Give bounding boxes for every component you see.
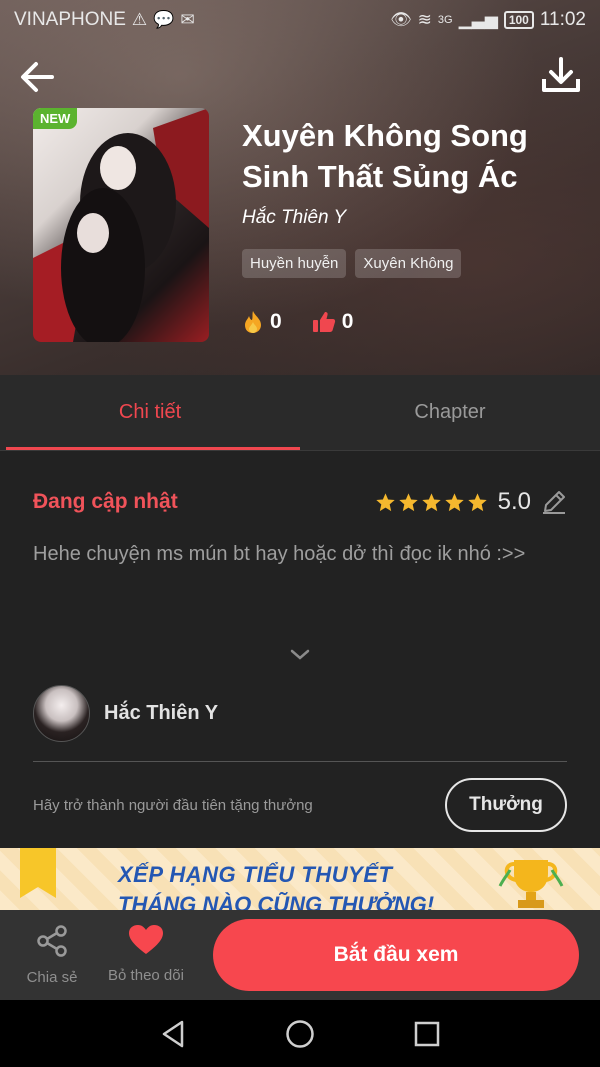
network-type: 3G <box>437 14 453 26</box>
edit-pencil-icon[interactable] <box>541 489 567 515</box>
unfollow-button[interactable]: Bỏ theo dõi <box>100 924 192 984</box>
status-rating-row: Đang cập nhật 5.0 <box>33 488 567 516</box>
genre-tag[interactable]: Xuyên Không <box>355 249 462 278</box>
divider <box>33 761 567 762</box>
genre-tag[interactable]: Huyền huyễn <box>242 249 347 278</box>
star-icon <box>421 492 441 511</box>
banner-headline: XẾP HẠNG TIỂU THUYẾT <box>118 862 393 887</box>
reward-button[interactable]: Thưởng <box>445 778 567 832</box>
nav-recents-button[interactable] <box>407 1014 447 1054</box>
fire-stat[interactable]: 0 <box>242 310 282 334</box>
update-status: Đang cập nhật <box>33 490 178 513</box>
star-icon <box>375 492 395 511</box>
star-icon <box>444 492 464 511</box>
reward-prompt: Hãy trở thành người đầu tiên tặng thưởng <box>33 796 313 814</box>
bottom-action-bar: Chia sẻ Bỏ theo dõi Bắt đầu xem <box>0 910 600 1000</box>
like-stat[interactable]: 0 <box>312 310 354 334</box>
book-stats: 0 0 <box>242 310 353 334</box>
expand-description-button[interactable] <box>288 645 312 665</box>
download-button[interactable] <box>540 55 582 97</box>
back-arrow-icon <box>21 62 54 92</box>
tab-details[interactable]: Chi tiết <box>0 375 300 450</box>
android-nav-bar <box>0 1000 600 1067</box>
book-detail-screen: VINAPHONE ⚠ 💬 ✉ 👁 ≋ 3G ▁▃▅ 100 11:02 NEW… <box>0 0 600 1067</box>
share-button[interactable]: Chia sẻ <box>22 924 82 986</box>
chevron-down-icon <box>290 649 310 660</box>
hero-header: VINAPHONE ⚠ 💬 ✉ 👁 ≋ 3G ▁▃▅ 100 11:02 NEW… <box>0 0 600 375</box>
nav-back-button[interactable] <box>153 1014 193 1054</box>
like-count: 0 <box>341 310 354 333</box>
carrier-label: VINAPHONE <box>14 9 126 30</box>
author-profile-row[interactable]: Hắc Thiên Y <box>33 685 218 742</box>
banner-subline: THÁNG NÀO CŨNG THƯỞNG! <box>118 892 435 910</box>
fire-icon <box>245 311 261 333</box>
mail-icon: ✉ <box>180 10 195 29</box>
book-cover[interactable]: NEW <box>33 108 209 342</box>
warning-icon: ⚠ <box>131 10 148 29</box>
heart-icon <box>129 925 163 954</box>
rating: 5.0 <box>375 488 567 516</box>
circle-home-icon <box>286 1019 314 1048</box>
book-author[interactable]: Hắc Thiên Y <box>242 207 346 229</box>
fire-count: 0 <box>270 310 282 333</box>
eye-icon: 👁 <box>390 10 412 29</box>
bookmark-ribbon-icon <box>20 848 56 898</box>
thumbs-up-icon <box>312 312 335 332</box>
status-bar: VINAPHONE ⚠ 💬 ✉ 👁 ≋ 3G ▁▃▅ 100 11:02 <box>0 0 600 40</box>
book-description: Hehe chuyện ms mún bt hay hoặc dở thì đọ… <box>33 543 526 565</box>
new-badge: NEW <box>33 108 78 129</box>
tab-chapter[interactable]: Chapter <box>300 375 600 450</box>
square-recents-icon <box>414 1021 439 1046</box>
battery-level: 100 <box>503 11 534 29</box>
nav-home-button[interactable] <box>280 1014 320 1054</box>
star-icon <box>467 492 487 511</box>
rating-value: 5.0 <box>497 488 531 515</box>
signal-icon: ▁▃▅ <box>458 10 498 29</box>
book-title: Xuyên Không Song Sinh Thất Sủng Ác <box>242 118 528 194</box>
unfollow-label: Bỏ theo dõi <box>108 967 184 984</box>
trophy-icon <box>498 860 564 908</box>
download-icon <box>542 57 580 92</box>
start-reading-button[interactable]: Bắt đầu xem <box>213 919 579 991</box>
message-icon: 💬 <box>153 10 175 29</box>
clock: 11:02 <box>539 9 586 30</box>
ranking-promo-banner[interactable]: XẾP HẠNG TIỂU THUYẾT THÁNG NÀO CŨNG THƯỞ… <box>0 848 600 910</box>
wifi-icon: ≋ <box>417 10 432 29</box>
back-button[interactable] <box>16 55 60 99</box>
share-icon <box>37 925 67 957</box>
author-name: Hắc Thiên Y <box>104 702 219 724</box>
tab-bar: Chi tiết Chapter <box>0 375 600 451</box>
genre-tags: Huyền huyễn Xuyên Không <box>242 249 462 278</box>
cover-art <box>33 108 209 342</box>
star-icon <box>398 492 418 511</box>
triangle-back-icon <box>163 1020 184 1047</box>
reward-row: Hãy trở thành người đầu tiên tặng thưởng… <box>33 778 567 832</box>
author-avatar <box>33 685 90 742</box>
share-label: Chia sẻ <box>26 969 78 986</box>
